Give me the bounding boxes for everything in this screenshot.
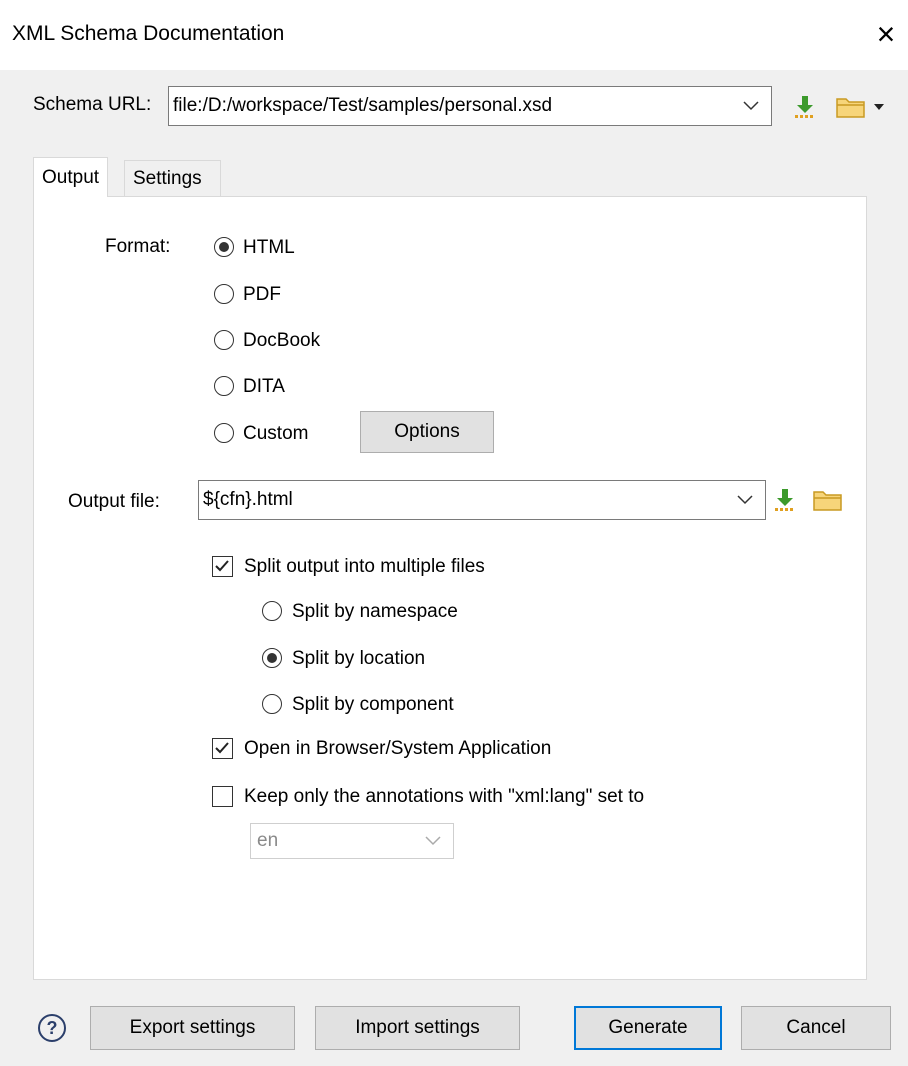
keep-annotations-label[interactable]: Keep only the annotations with "xml:lang… bbox=[244, 786, 644, 808]
format-docbook-radio[interactable] bbox=[214, 330, 234, 350]
cancel-button[interactable]: Cancel bbox=[741, 1006, 891, 1050]
split-output-label[interactable]: Split output into multiple files bbox=[244, 556, 485, 578]
keep-annotations-checkbox[interactable] bbox=[212, 786, 233, 807]
split-namespace-label[interactable]: Split by namespace bbox=[292, 601, 458, 623]
dropdown-arrow-icon bbox=[874, 104, 884, 110]
open-browser-label[interactable]: Open in Browser/System Application bbox=[244, 738, 551, 760]
close-button[interactable]: × bbox=[872, 16, 900, 52]
format-html-radio[interactable] bbox=[214, 237, 234, 257]
folder-icon bbox=[813, 491, 842, 511]
generate-button[interactable]: Generate bbox=[574, 1006, 722, 1050]
options-button[interactable]: Options bbox=[360, 411, 494, 453]
chevron-down-icon bbox=[425, 836, 441, 846]
split-location-radio[interactable] bbox=[262, 648, 282, 668]
import-settings-label: Import settings bbox=[355, 1017, 480, 1038]
schema-url-combo[interactable]: file:/D:/workspace/Test/samples/personal… bbox=[168, 86, 772, 126]
output-download-button[interactable] bbox=[772, 487, 798, 513]
options-button-label: Options bbox=[394, 421, 460, 442]
chevron-down-icon bbox=[743, 101, 759, 111]
split-component-radio[interactable] bbox=[262, 694, 282, 714]
tab-settings[interactable]: Settings bbox=[124, 160, 221, 196]
tab-settings-label: Settings bbox=[133, 167, 202, 189]
output-browse-button[interactable] bbox=[812, 487, 844, 513]
import-settings-button[interactable]: Import settings bbox=[315, 1006, 520, 1050]
download-button[interactable] bbox=[792, 94, 818, 120]
format-custom-radio[interactable] bbox=[214, 423, 234, 443]
output-file-label: Output file: bbox=[68, 491, 160, 512]
split-component-label[interactable]: Split by component bbox=[292, 694, 454, 716]
format-html-label[interactable]: HTML bbox=[243, 237, 295, 259]
download-icon bbox=[775, 489, 793, 511]
generate-label: Generate bbox=[608, 1017, 688, 1038]
cancel-label: Cancel bbox=[786, 1017, 846, 1038]
browse-menu-button[interactable] bbox=[834, 94, 886, 120]
export-settings-label: Export settings bbox=[129, 1017, 256, 1038]
folder-icon bbox=[836, 98, 865, 118]
format-label: Format: bbox=[105, 236, 171, 257]
split-namespace-radio[interactable] bbox=[262, 601, 282, 621]
split-location-label[interactable]: Split by location bbox=[292, 648, 425, 670]
tab-output-label: Output bbox=[42, 166, 100, 188]
schema-url-label: Schema URL: bbox=[33, 94, 152, 115]
lang-combo[interactable]: en bbox=[250, 823, 454, 859]
chevron-down-icon bbox=[737, 495, 753, 505]
download-icon bbox=[795, 96, 813, 118]
tab-output[interactable]: Output bbox=[33, 157, 109, 197]
schema-url-value: file:/D:/workspace/Test/samples/personal… bbox=[173, 95, 553, 116]
format-docbook-label[interactable]: DocBook bbox=[243, 330, 320, 352]
open-browser-checkbox[interactable] bbox=[212, 738, 233, 759]
dialog-title: XML Schema Documentation bbox=[12, 22, 285, 45]
close-icon: × bbox=[876, 16, 896, 52]
format-pdf-radio[interactable] bbox=[214, 284, 234, 304]
format-dita-label[interactable]: DITA bbox=[243, 376, 285, 398]
split-output-checkbox[interactable] bbox=[212, 556, 233, 577]
format-custom-label[interactable]: Custom bbox=[243, 423, 308, 445]
output-file-combo[interactable]: ${cfn}.html bbox=[198, 480, 766, 520]
output-file-value: ${cfn}.html bbox=[203, 489, 293, 510]
lang-value: en bbox=[257, 830, 279, 851]
help-icon: ? bbox=[38, 1014, 66, 1042]
output-tab-panel bbox=[33, 196, 867, 980]
format-pdf-label[interactable]: PDF bbox=[243, 284, 281, 306]
help-button[interactable]: ? bbox=[38, 1014, 66, 1042]
format-dita-radio[interactable] bbox=[214, 376, 234, 396]
export-settings-button[interactable]: Export settings bbox=[90, 1006, 295, 1050]
